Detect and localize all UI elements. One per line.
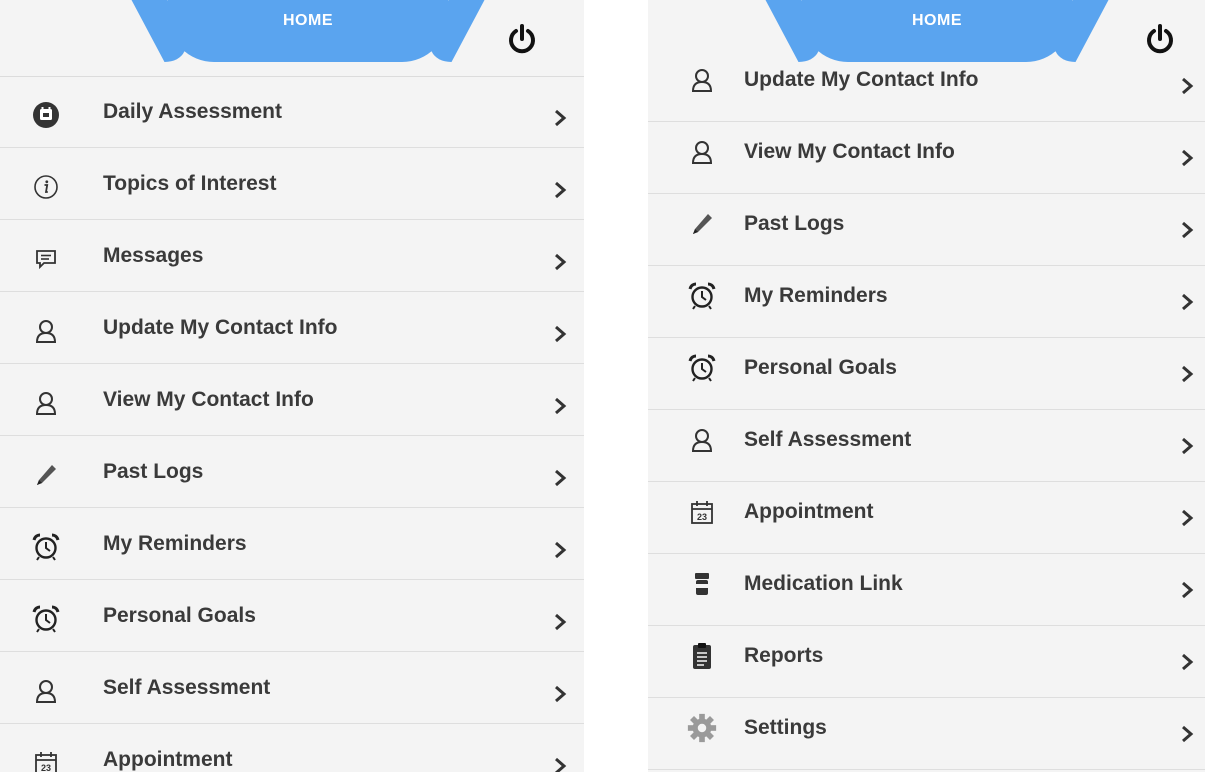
alarm-clock-icon [30,531,62,563]
menu-item-my-reminders[interactable]: My Reminders [648,266,1205,338]
menu-item-personal-goals[interactable]: Personal Goals [0,580,584,652]
menu-item-self-assessment[interactable]: Self Assessment [0,652,584,724]
menu-item-label: Personal Goals [103,604,256,627]
user-icon [30,675,62,707]
calendar-23-icon: 23 [686,496,718,528]
chevron-right-icon [549,395,571,417]
header-bar: HOME [648,0,1205,62]
home-tab[interactable]: HOME [802,0,1072,62]
header-bar: HOME [0,0,584,77]
menu-item-label: Update My Contact Info [103,316,338,339]
chevron-right-icon [1176,363,1198,385]
menu-item-view-contact-info[interactable]: View My Contact Info [0,364,584,436]
menu-item-personal-goals[interactable]: Personal Goals [648,338,1205,410]
power-icon[interactable] [1143,22,1177,56]
user-icon [686,424,718,456]
menu-item-label: Messages [103,244,204,267]
menu-item-daily-assessment[interactable]: Daily Assessment [0,76,584,148]
menu-item-label: Medication Link [744,572,903,595]
right-screen: Update My Contact Info View My Contact I… [648,0,1205,772]
menu-item-label: My Reminders [103,532,247,555]
menu-item-label: Personal Goals [744,356,897,379]
home-title: HOME [283,12,333,29]
menu-item-label: Topics of Interest [103,172,277,195]
menu-item-messages[interactable]: Messages [0,220,584,292]
menu-item-self-assessment[interactable]: Self Assessment [648,410,1205,482]
chevron-right-icon [549,251,571,273]
menu-item-label: Past Logs [103,460,204,483]
menu-item-label: Self Assessment [103,676,271,699]
menu-item-my-reminders[interactable]: My Reminders [0,508,584,580]
alarm-clock-icon [686,352,718,384]
menu-item-label: My Reminders [744,284,888,307]
message-icon [30,243,62,275]
chevron-right-icon [549,539,571,561]
menu-item-reports[interactable]: Reports [648,626,1205,698]
home-tab[interactable]: HOME [168,0,448,62]
chevron-right-icon [1176,651,1198,673]
chevron-right-icon [549,683,571,705]
chevron-right-icon [1176,579,1198,601]
menu-list: Daily Assessment Topics of Interest Mess… [0,76,584,772]
gear-icon [686,712,718,744]
menu-item-medication-link[interactable]: Medication Link [648,554,1205,626]
chevron-right-icon [549,755,571,772]
pill-bottle-icon [686,568,718,600]
calendar-icon-number: 23 [41,763,51,772]
menu-item-label: Appointment [103,748,233,771]
menu-item-label: Appointment [744,500,874,523]
power-icon[interactable] [505,22,539,56]
calendar-badge-icon [30,99,62,131]
chevron-right-icon [549,611,571,633]
alarm-clock-icon [30,603,62,635]
user-icon [30,315,62,347]
chevron-right-icon [549,323,571,345]
menu-item-update-contact-info[interactable]: Update My Contact Info [0,292,584,364]
pencil-icon [686,208,718,240]
menu-item-label: Past Logs [744,212,845,235]
home-title: HOME [912,12,962,29]
user-icon [686,64,718,96]
menu-item-label: View My Contact Info [744,140,955,163]
menu-item-appointment[interactable]: 23 Appointment [648,482,1205,554]
menu-item-label: Self Assessment [744,428,912,451]
clipboard-icon [686,640,718,672]
menu-item-view-contact-info[interactable]: View My Contact Info [648,122,1205,194]
chevron-right-icon [1176,219,1198,241]
calendar-23-icon: 23 [30,747,62,772]
menu-item-settings[interactable]: Settings [648,698,1205,770]
menu-list: Update My Contact Info View My Contact I… [648,50,1205,770]
menu-item-past-logs[interactable]: Past Logs [0,436,584,508]
chevron-right-icon [549,467,571,489]
chevron-right-icon [1176,291,1198,313]
chevron-right-icon [1176,75,1198,97]
user-icon [30,387,62,419]
menu-item-topics-of-interest[interactable]: Topics of Interest [0,148,584,220]
menu-item-label: View My Contact Info [103,388,314,411]
menu-item-label: Reports [744,644,824,667]
menu-item-past-logs[interactable]: Past Logs [648,194,1205,266]
left-screen: Daily Assessment Topics of Interest Mess… [0,0,584,772]
calendar-icon-number: 23 [697,512,707,522]
alarm-clock-icon [686,280,718,312]
info-icon [30,171,62,203]
chevron-right-icon [1176,147,1198,169]
user-icon [686,136,718,168]
menu-item-label: Settings [744,716,827,739]
menu-item-label: Update My Contact Info [744,68,979,91]
menu-item-label: Daily Assessment [103,100,282,123]
chevron-right-icon [1176,507,1198,529]
chevron-right-icon [1176,435,1198,457]
pencil-icon [30,459,62,491]
chevron-right-icon [1176,723,1198,745]
chevron-right-icon [549,107,571,129]
menu-item-appointment[interactable]: 23 Appointment [0,724,584,772]
chevron-right-icon [549,179,571,201]
